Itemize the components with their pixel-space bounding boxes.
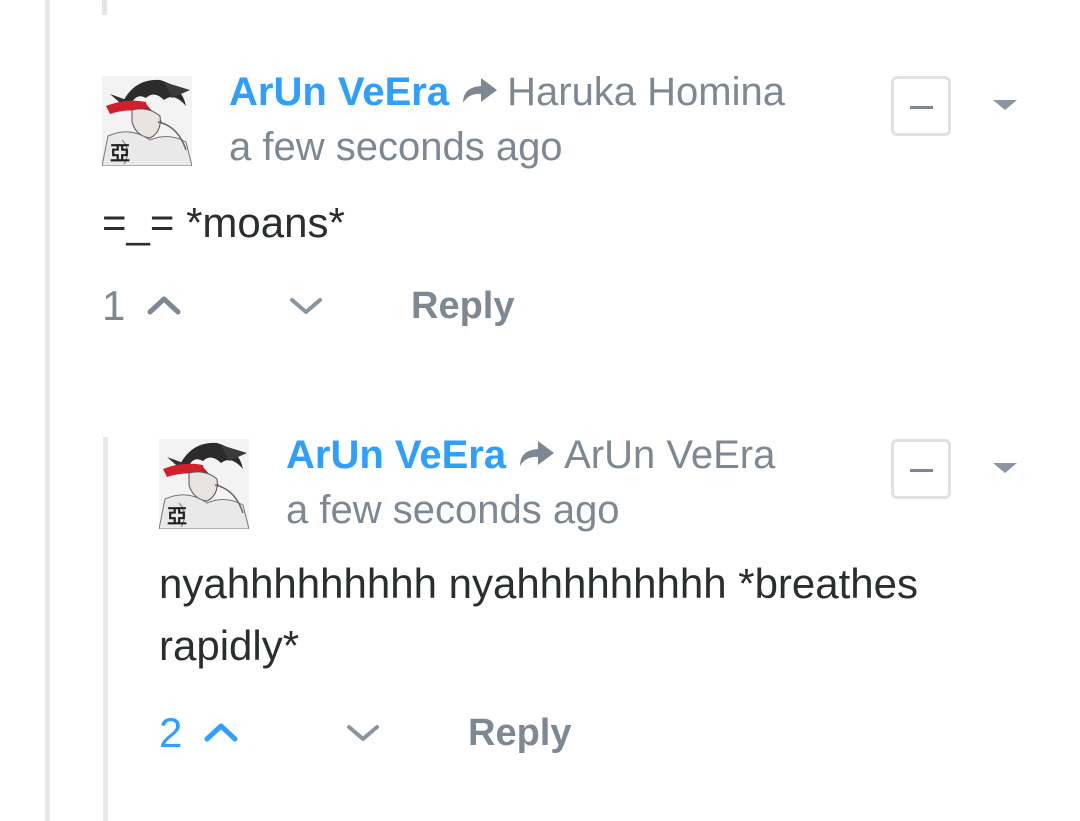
avatar-image: 亞 [159,439,249,529]
collapse-button[interactable] [891,439,951,499]
timestamp[interactable]: a few seconds ago [286,488,620,532]
chevron-up-icon[interactable] [146,292,182,323]
avatar-caption: 亞 [110,141,130,165]
vote-count: 1 [102,282,126,329]
thread-line-nested [103,437,108,821]
comment-header: ArUn VeEra Haruka Homina [229,70,785,114]
share-arrow-icon [516,438,556,473]
chevron-down-icon[interactable] [288,292,324,323]
minus-icon [910,469,933,472]
author-name[interactable]: ArUn VeEra [229,70,449,114]
minus-icon [910,106,933,109]
reply-button[interactable]: Reply [468,705,571,761]
author-name[interactable]: ArUn VeEra [286,433,506,477]
caret-down-icon[interactable] [993,100,1017,110]
chevron-up-icon[interactable] [203,719,239,750]
thread-line-outer [45,0,50,821]
thread-line-parent [102,0,107,15]
collapse-button[interactable] [891,76,951,136]
avatar-caption: 亞 [167,504,187,528]
comment-body: nyahhhhhhhhh nyahhhhhhhhh *breathes rapi… [159,560,919,669]
caret-down-icon[interactable] [993,463,1017,473]
comment-footer: 1 Reply [102,278,702,334]
avatar[interactable]: 亞 [159,439,249,529]
avatar-image: 亞 [102,76,192,166]
reply-to-name[interactable]: Haruka Homina [507,70,785,114]
timestamp[interactable]: a few seconds ago [229,125,563,169]
reply-button[interactable]: Reply [411,278,514,334]
avatar[interactable]: 亞 [102,76,192,166]
comment-footer: 2 Reply [159,705,759,761]
chevron-down-icon[interactable] [345,719,381,750]
reply-to-name[interactable]: ArUn VeEra [564,433,775,477]
vote-count: 2 [159,709,183,756]
comment-body: =_= *moans* [102,199,345,246]
share-arrow-icon [459,75,499,110]
comment-thread: 亞 ArUn VeEra Haruka Homina a few seconds … [0,0,1080,821]
comment-header: ArUn VeEra ArUn VeEra [286,433,775,477]
